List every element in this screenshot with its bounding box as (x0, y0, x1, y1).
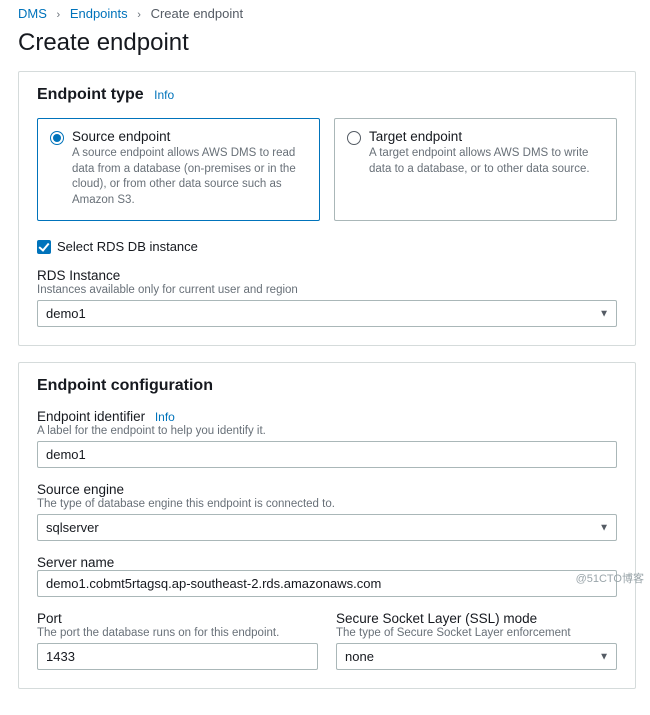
breadcrumb-endpoints[interactable]: Endpoints (70, 6, 128, 21)
ssl-mode-label: Secure Socket Layer (SSL) mode (336, 611, 617, 626)
endpoint-config-heading: Endpoint configuration (37, 377, 617, 395)
port-label: Port (37, 611, 318, 626)
source-engine-hint: The type of database engine this endpoin… (37, 498, 617, 510)
page-title: Create endpoint (18, 29, 636, 57)
source-engine-label: Source engine (37, 482, 617, 497)
port-input[interactable] (37, 643, 318, 670)
source-endpoint-desc: A source endpoint allows AWS DMS to read… (72, 146, 307, 208)
endpoint-type-panel: Endpoint type Info Source endpoint A sou… (18, 71, 636, 346)
port-hint: The port the database runs on for this e… (37, 627, 318, 639)
watermark: @51CTO博客 (576, 570, 644, 586)
ssl-mode-select[interactable]: none (336, 643, 617, 670)
info-link[interactable]: Info (155, 410, 175, 424)
chevron-right-icon: › (57, 9, 61, 21)
endpoint-identifier-label: Endpoint identifier Info (37, 409, 617, 424)
select-rds-label: Select RDS DB instance (57, 239, 198, 254)
server-name-label: Server name (37, 555, 617, 570)
select-rds-checkbox-row[interactable]: Select RDS DB instance (37, 239, 617, 254)
rds-instance-label: RDS Instance (37, 268, 617, 283)
breadcrumb-dms[interactable]: DMS (18, 6, 47, 21)
breadcrumb: DMS › Endpoints › Create endpoint (18, 6, 636, 21)
checkbox-checked-icon[interactable] (37, 240, 51, 254)
endpoint-config-panel: Endpoint configuration Endpoint identifi… (18, 362, 636, 689)
source-endpoint-option[interactable]: Source endpoint A source endpoint allows… (37, 118, 320, 221)
rds-instance-hint: Instances available only for current use… (37, 284, 617, 296)
target-endpoint-option[interactable]: Target endpoint A target endpoint allows… (334, 118, 617, 221)
breadcrumb-current: Create endpoint (151, 6, 244, 21)
target-endpoint-title: Target endpoint (369, 129, 604, 144)
source-endpoint-title: Source endpoint (72, 129, 307, 144)
radio-on-icon (50, 131, 64, 145)
radio-off-icon (347, 131, 361, 145)
info-link[interactable]: Info (154, 88, 174, 102)
ssl-mode-hint: The type of Secure Socket Layer enforcem… (336, 627, 617, 639)
endpoint-identifier-input[interactable] (37, 441, 617, 468)
endpoint-type-radio-group: Source endpoint A source endpoint allows… (37, 118, 617, 221)
endpoint-identifier-hint: A label for the endpoint to help you ide… (37, 425, 617, 437)
server-name-input[interactable] (37, 570, 617, 597)
chevron-right-icon: › (137, 9, 141, 21)
heading-text: Endpoint type (37, 86, 144, 103)
rds-instance-select[interactable]: demo1 (37, 300, 617, 327)
endpoint-type-heading: Endpoint type Info (37, 86, 617, 104)
target-endpoint-desc: A target endpoint allows AWS DMS to writ… (369, 146, 604, 177)
source-engine-select[interactable]: sqlserver (37, 514, 617, 541)
